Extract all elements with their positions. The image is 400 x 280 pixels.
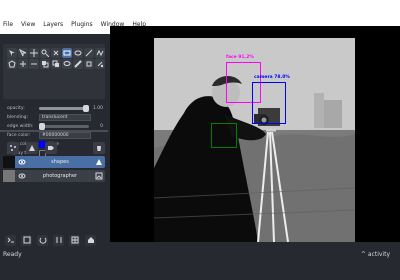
shapes-icon[interactable] bbox=[26, 142, 38, 154]
tool-grid bbox=[7, 48, 105, 69]
vertex-remove-icon[interactable] bbox=[29, 59, 39, 69]
status-right: ^ activity bbox=[361, 251, 390, 258]
move-front-icon[interactable] bbox=[40, 59, 50, 69]
canvas-viewer[interactable]: face 91.2% camera 78.0% bbox=[110, 26, 400, 242]
layer-item-shapes[interactable]: shapes bbox=[3, 156, 105, 168]
console-icon[interactable] bbox=[5, 234, 16, 246]
layer-name: photographer bbox=[42, 173, 78, 179]
bbox-face-label: face 91.2% bbox=[226, 55, 254, 60]
home-icon[interactable] bbox=[85, 234, 96, 246]
panel-divider bbox=[0, 130, 108, 132]
add-line-icon[interactable] bbox=[84, 48, 94, 58]
blending-select-value: translucent bbox=[42, 114, 68, 120]
polygon-icon[interactable] bbox=[7, 59, 17, 69]
blending-select[interactable]: translucent bbox=[39, 113, 91, 121]
face-color-value: #00000000 bbox=[42, 132, 69, 138]
shapes-layer-icon bbox=[93, 158, 105, 166]
bbox-camera[interactable] bbox=[252, 82, 286, 124]
edge-width-slider-thumb[interactable] bbox=[39, 122, 45, 130]
status-bar: Ready ^ activity bbox=[0, 247, 400, 280]
roll-icon[interactable] bbox=[37, 234, 48, 246]
zoom-icon[interactable] bbox=[40, 48, 50, 58]
pan-icon[interactable] bbox=[29, 48, 39, 58]
trash-icon[interactable] bbox=[93, 142, 105, 154]
activity-label: activity bbox=[367, 251, 390, 258]
transform-icon[interactable] bbox=[51, 48, 61, 58]
labels-icon[interactable] bbox=[45, 142, 57, 154]
layer-controls-tools bbox=[3, 44, 105, 99]
opacity-label: opacity: bbox=[7, 105, 25, 111]
eye-icon[interactable] bbox=[17, 172, 27, 180]
ndisplay-icon[interactable] bbox=[21, 234, 32, 246]
eye-icon[interactable] bbox=[17, 158, 27, 166]
points-icon[interactable] bbox=[7, 142, 19, 154]
menu-view[interactable]: View bbox=[21, 21, 35, 28]
add-path-icon[interactable] bbox=[95, 48, 105, 58]
opacity-slider[interactable] bbox=[39, 104, 89, 112]
blending-label: blending: bbox=[7, 114, 29, 120]
erase-icon[interactable] bbox=[84, 59, 94, 69]
bbox-camera-label: camera 78.0% bbox=[254, 75, 290, 80]
menu-plugins[interactable]: Plugins bbox=[71, 21, 93, 28]
layer-thumbnail bbox=[3, 170, 15, 182]
direct-select-icon[interactable] bbox=[18, 48, 28, 58]
left-panel: opacity: 1.00 blending: translucent edge… bbox=[0, 34, 108, 254]
menu-layers[interactable]: Layers bbox=[43, 21, 63, 28]
layer-list: shapes photographer bbox=[3, 156, 105, 188]
transpose-icon[interactable] bbox=[53, 234, 64, 246]
opacity-slider-thumb[interactable] bbox=[83, 104, 89, 112]
layer-thumbnail bbox=[3, 156, 15, 168]
lasso-icon[interactable] bbox=[62, 59, 72, 69]
layer-item-photographer[interactable]: photographer bbox=[3, 170, 105, 182]
edge-width-value: 0 bbox=[100, 123, 103, 129]
opacity-slider-fill bbox=[39, 106, 89, 110]
bbox-green[interactable] bbox=[211, 123, 237, 148]
fill-icon[interactable] bbox=[95, 59, 105, 69]
chevron-up-icon: ^ bbox=[360, 251, 366, 258]
move-back-icon[interactable] bbox=[51, 59, 61, 69]
add-rectangle-icon[interactable] bbox=[62, 48, 72, 58]
paint-icon[interactable] bbox=[73, 59, 83, 69]
photographer-image[interactable]: face 91.2% camera 78.0% bbox=[154, 38, 355, 242]
add-ellipse-icon[interactable] bbox=[73, 48, 83, 58]
opacity-value: 1.00 bbox=[92, 105, 103, 111]
status-left: Ready bbox=[3, 251, 22, 258]
image-layer-icon bbox=[93, 172, 105, 180]
grid-icon[interactable] bbox=[69, 234, 80, 246]
face-color-label: face color: bbox=[7, 132, 31, 138]
menu-file[interactable]: File bbox=[3, 21, 13, 28]
vertex-add-icon[interactable] bbox=[18, 59, 28, 69]
select-icon[interactable] bbox=[7, 48, 17, 58]
layer-name: shapes bbox=[51, 159, 69, 165]
edge-width-slider[interactable] bbox=[39, 122, 89, 130]
face-color-input[interactable]: #00000000 bbox=[39, 131, 91, 139]
layer-tools bbox=[3, 139, 105, 157]
edge-width-label: edge width: bbox=[7, 123, 34, 129]
